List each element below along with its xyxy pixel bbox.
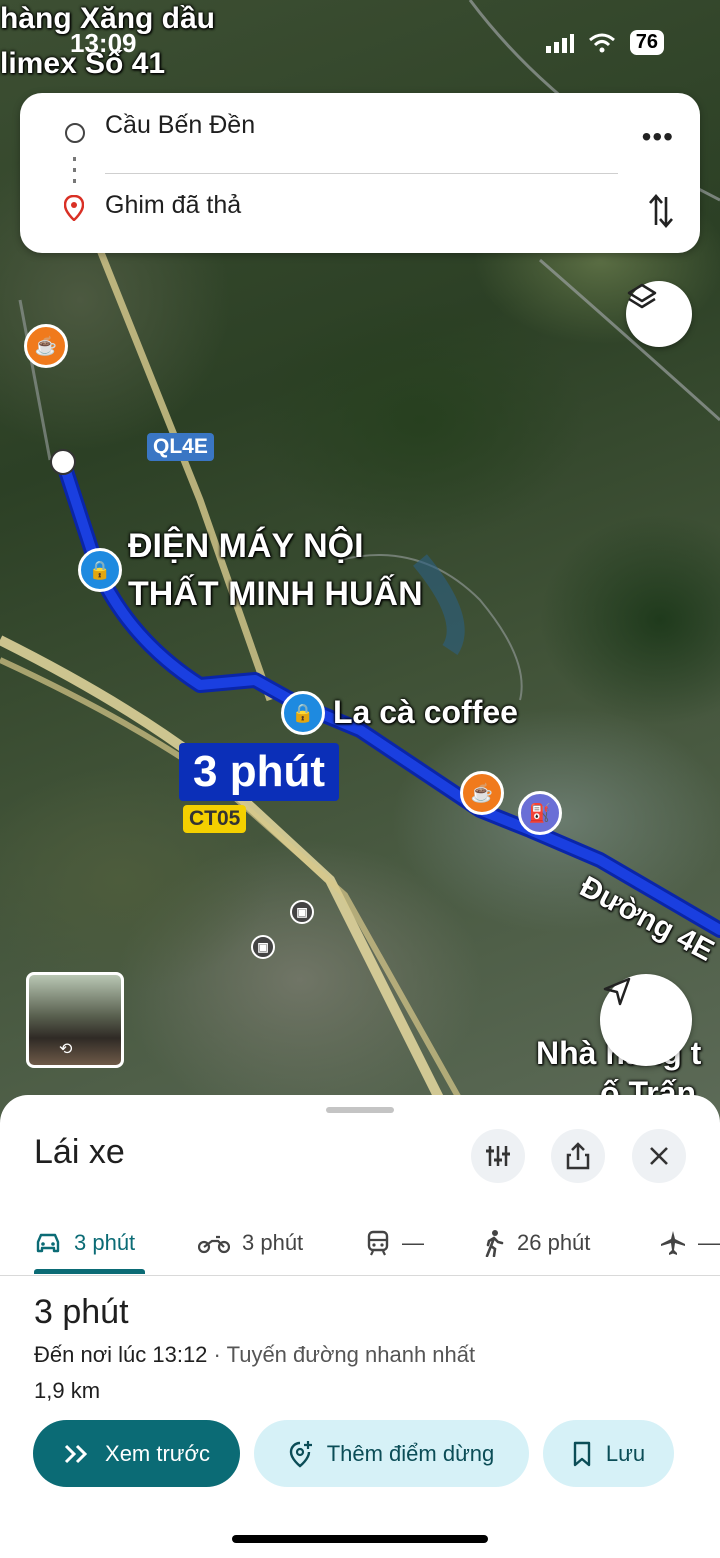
destination-row[interactable]: Ghim đã thả: [20, 173, 700, 233]
layers-button[interactable]: [626, 281, 692, 347]
add-location-icon: [289, 1440, 312, 1468]
map-label: La cà coffee: [333, 694, 518, 730]
route-options-button[interactable]: [471, 1129, 525, 1183]
close-button[interactable]: [632, 1129, 686, 1183]
save-label: Lưu: [605, 1440, 646, 1466]
double-chevron-icon: [64, 1444, 88, 1463]
add-stop-label: Thêm điểm dừng: [326, 1440, 495, 1466]
travel-mode-tabs: 3 phút 3 phút — 26 phút —: [0, 1215, 720, 1276]
swap-icon[interactable]: [648, 193, 674, 229]
preview-button[interactable]: Xem trước: [33, 1420, 240, 1487]
mode-duration: 26 phút: [517, 1230, 591, 1255]
mode-duration: 3 phút: [74, 1230, 136, 1255]
arrival-info: Đến nơi lúc 13:12 · Tuyến đường nhanh nh…: [34, 1342, 475, 1368]
tab-motorbike[interactable]: 3 phút: [198, 1215, 303, 1271]
pin-icon: [64, 195, 84, 221]
origin-input[interactable]: Cầu Bến Đền: [105, 111, 255, 140]
flight-icon: [661, 1231, 685, 1255]
sliders-icon: [486, 1146, 510, 1166]
cafe-poi-icon[interactable]: ☕: [24, 324, 68, 368]
map-label: ĐIỆN MÁY NỘI: [128, 527, 364, 565]
route-note: · Tuyến đường nhanh nhất: [213, 1342, 476, 1367]
active-tab-indicator: [34, 1269, 145, 1274]
route-distance: 1,9 km: [34, 1378, 101, 1403]
sheet-title: Lái xe: [34, 1133, 125, 1171]
bus-stop-icon[interactable]: ▣: [251, 935, 275, 959]
home-indicator[interactable]: [232, 1535, 488, 1543]
recenter-button[interactable]: [600, 974, 692, 1066]
mode-duration: —: [698, 1230, 720, 1255]
directions-sheet: Lái xe 3 phút 3 phút — 26 phút — 3 phút …: [0, 1095, 720, 1558]
cafe-poi-icon[interactable]: ☕: [460, 771, 504, 815]
tab-flight[interactable]: —: [660, 1215, 720, 1271]
tab-driving[interactable]: 3 phút: [34, 1215, 135, 1271]
motorbike-icon: [198, 1235, 230, 1254]
status-time: 13:09: [70, 28, 137, 58]
wifi-icon: [588, 33, 615, 52]
mode-duration: —: [402, 1230, 424, 1255]
more-options-icon[interactable]: •••: [642, 121, 674, 153]
route-card: Cầu Bến Đền Ghim đã thả •••: [20, 93, 700, 253]
street-view-thumbnail[interactable]: ⟲: [26, 972, 124, 1068]
destination-input[interactable]: Ghim đã thả: [105, 191, 241, 220]
save-button[interactable]: Lưu: [543, 1420, 674, 1487]
preview-label: Xem trước: [105, 1440, 210, 1466]
bookmark-icon: [573, 1441, 591, 1466]
close-icon: [650, 1147, 668, 1165]
layers-icon: [627, 283, 657, 309]
rotate-360-icon: ⟲: [59, 1041, 73, 1058]
route-duration: 3 phút: [34, 1293, 129, 1331]
share-button[interactable]: [551, 1129, 605, 1183]
transit-icon: [367, 1230, 389, 1256]
mode-duration: 3 phút: [242, 1230, 304, 1255]
tab-walking[interactable]: 26 phút: [483, 1215, 590, 1271]
drag-handle[interactable]: [326, 1107, 394, 1113]
tab-transit[interactable]: —: [366, 1215, 424, 1271]
walk-icon: [485, 1230, 504, 1257]
status-bar: 13:09 76: [0, 26, 720, 60]
origin-circle-icon: [65, 123, 85, 143]
shopping-poi-icon[interactable]: 🔒: [281, 691, 325, 735]
shopping-poi-icon[interactable]: 🔒: [78, 548, 122, 592]
cellular-signal-icon: [545, 33, 574, 53]
car-icon: [36, 1233, 60, 1253]
gas-station-poi-icon[interactable]: ⛽: [518, 791, 562, 835]
add-stop-button[interactable]: Thêm điểm dừng: [254, 1420, 529, 1487]
map-label: THẤT MINH HUẤN: [128, 575, 423, 613]
origin-row[interactable]: Cầu Bến Đền: [20, 93, 700, 153]
battery-level: 76: [629, 30, 664, 55]
share-icon: [566, 1142, 590, 1170]
route-eta-label: 3 phút: [179, 743, 339, 801]
road-shield-ql4e: QL4E: [147, 433, 214, 461]
road-shield-ct05: CT05: [183, 805, 247, 833]
arrival-time: Đến nơi lúc 13:12: [34, 1342, 208, 1367]
navigation-arrow-icon: [603, 977, 631, 1006]
bus-stop-icon[interactable]: ▣: [290, 900, 314, 924]
